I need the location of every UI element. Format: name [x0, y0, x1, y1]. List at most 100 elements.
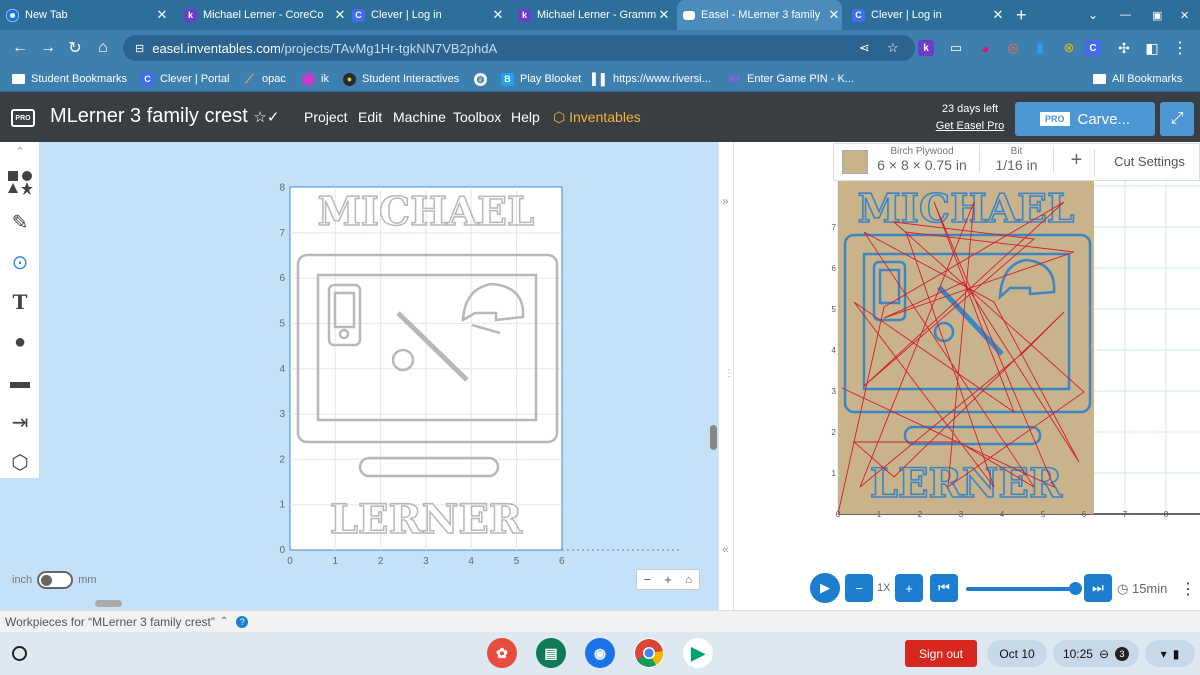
- forward-arrow-icon[interactable]: →: [36, 36, 60, 60]
- menu-project[interactable]: Project: [304, 109, 348, 125]
- bookmark-clever-portal[interactable]: C Clever | Portal: [141, 70, 230, 88]
- extensions-puzzle-icon[interactable]: ✣: [1112, 36, 1136, 60]
- chrome-menu-icon[interactable]: ⋮: [1168, 36, 1192, 60]
- favorite-star-icon[interactable]: ☆: [253, 109, 266, 126]
- close-icon[interactable]: ✕: [990, 7, 1006, 23]
- back-arrow-icon[interactable]: ←: [8, 36, 32, 60]
- date-pill[interactable]: Oct 10: [987, 640, 1047, 667]
- extension-k-icon[interactable]: k: [918, 40, 934, 56]
- bookmark-kahoot[interactable]: K! Enter Game PIN - K...: [728, 70, 854, 88]
- reload-icon[interactable]: ↻: [63, 36, 87, 60]
- close-icon[interactable]: ✕: [826, 7, 842, 23]
- project-title[interactable]: MLerner 3 family crest ☆✓: [50, 105, 279, 128]
- bookmark-student-bookmarks[interactable]: Student Bookmarks: [12, 70, 127, 88]
- skip-end-icon[interactable]: ⏭: [1084, 574, 1112, 602]
- horizontal-scrollbar[interactable]: [95, 600, 122, 607]
- easel-pro-logo[interactable]: PRO: [11, 109, 35, 127]
- zoom-out-button[interactable]: −: [637, 572, 658, 587]
- play-store-icon[interactable]: ▶: [683, 638, 713, 668]
- progress-knob[interactable]: [1069, 582, 1082, 595]
- extension-target-icon[interactable]: ◎: [1001, 36, 1025, 60]
- shapes-icon[interactable]: [6, 168, 34, 196]
- close-icon[interactable]: ✕: [656, 7, 672, 23]
- tab-grammar[interactable]: k Michael Lerner - Gramm ✕: [512, 0, 672, 30]
- menu-help[interactable]: Help: [511, 109, 540, 125]
- drag-handle-icon[interactable]: ⋮: [724, 368, 734, 379]
- speed-down-button[interactable]: −: [845, 574, 873, 602]
- collapse-left-icon[interactable]: «: [722, 542, 729, 556]
- launcher-icon[interactable]: [12, 646, 27, 661]
- material-swatch[interactable]: [842, 150, 868, 174]
- close-icon[interactable]: ✕: [154, 7, 170, 23]
- speed-up-button[interactable]: +: [895, 574, 923, 602]
- target-icon[interactable]: ⊙: [6, 248, 34, 276]
- close-icon[interactable]: ✕: [490, 7, 506, 23]
- design-workpiece[interactable]: MICHAEL LERNER 0 1 2 3 4 5 6 0 1 2 3 4 5 6 7 8: [270, 175, 680, 570]
- address-bar[interactable]: ⊟ easel.inventables.com/projects/TAvMg1H…: [123, 35, 915, 61]
- bookmark-riverside[interactable]: ▍▌ https://www.riversi...: [592, 70, 710, 88]
- tab-clever-login[interactable]: C Clever | Log in ✕: [346, 0, 506, 30]
- system-tray[interactable]: ▾ ▮: [1145, 640, 1195, 667]
- more-options-icon[interactable]: ⋮: [1180, 579, 1196, 599]
- workpieces-bar[interactable]: Workpieces for “MLerner 3 family crest” …: [0, 610, 1200, 632]
- design-top-text[interactable]: MICHAEL: [317, 188, 535, 236]
- import-icon[interactable]: ⇥: [6, 408, 34, 436]
- lego-icon[interactable]: ▬: [6, 368, 34, 396]
- tab-clever-login-2[interactable]: C Clever | Log in ✕: [846, 0, 1006, 30]
- bookmark-globe[interactable]: ◍: [474, 70, 493, 88]
- extension-clever-icon[interactable]: C: [1085, 40, 1101, 56]
- vertical-scrollbar[interactable]: [710, 425, 717, 450]
- extension-screen-icon[interactable]: ▭: [944, 36, 968, 60]
- new-tab-button[interactable]: +: [1016, 0, 1038, 30]
- carve-button[interactable]: PRO Carve...: [1015, 102, 1155, 136]
- bookmark-play-blooket[interactable]: B Play Blooket: [501, 70, 581, 88]
- menu-toolbox[interactable]: Toolbox: [453, 109, 501, 125]
- classroom-app-icon[interactable]: ▤: [536, 638, 566, 668]
- menu-machine[interactable]: Machine: [393, 109, 446, 125]
- site-info-icon[interactable]: ⊟: [135, 42, 144, 55]
- fullscreen-icon[interactable]: ⤢: [1160, 102, 1194, 136]
- unit-switch[interactable]: [37, 571, 74, 589]
- collapse-right-icon[interactable]: »: [722, 194, 729, 208]
- inventables-link[interactable]: ⬡ Inventables: [553, 109, 641, 126]
- home-view-icon[interactable]: ⌂: [678, 574, 699, 586]
- bookmark-ik[interactable]: ik: [302, 70, 329, 88]
- get-easel-pro-link[interactable]: Get Easel Pro: [925, 120, 1015, 132]
- extension-bin-icon[interactable]: ▮: [1028, 36, 1052, 60]
- home-icon[interactable]: ⌂: [91, 36, 115, 60]
- tab-corecoach[interactable]: k Michael Lerner - CoreCo ✕: [178, 0, 348, 30]
- help-icon[interactable]: ?: [236, 615, 249, 628]
- maximize-icon[interactable]: ▣: [1152, 0, 1166, 30]
- close-window-icon[interactable]: ✕: [1180, 0, 1194, 30]
- play-icon[interactable]: ▶: [810, 573, 840, 603]
- paint-app-icon[interactable]: ✿: [487, 638, 517, 668]
- share-icon[interactable]: ⋖: [859, 40, 870, 56]
- camera-app-icon[interactable]: ◉: [585, 638, 615, 668]
- bookmark-all-bookmarks[interactable]: All Bookmarks: [1093, 70, 1182, 88]
- cut-settings-button[interactable]: Cut Settings: [1102, 154, 1197, 169]
- tab-search-icon[interactable]: ⌄: [1088, 0, 1106, 30]
- minimize-icon[interactable]: —: [1120, 0, 1134, 30]
- material-selector[interactable]: Birch Plywood 6 × 8 × 0.75 in: [872, 146, 972, 173]
- progress-slider[interactable]: [966, 582, 1082, 595]
- tab-new-tab[interactable]: New Tab ✕: [0, 0, 170, 30]
- expand-chevron-icon[interactable]: ⌃: [220, 616, 228, 627]
- extension-paint-icon[interactable]: ◕: [973, 36, 997, 60]
- extension-block-icon[interactable]: ⊗: [1057, 36, 1081, 60]
- cube-icon[interactable]: ⬡: [6, 448, 34, 476]
- skip-start-icon[interactable]: ⏮: [930, 574, 958, 602]
- sign-out-button[interactable]: Sign out: [905, 640, 977, 667]
- tab-easel[interactable]: Easel - MLerner 3 family ✕: [677, 0, 842, 30]
- text-icon[interactable]: T: [6, 288, 34, 316]
- pane-divider[interactable]: » ⋮ «: [718, 142, 734, 610]
- bookmark-opac[interactable]: ⟋ opac: [243, 70, 286, 88]
- collapse-toolbar-icon[interactable]: ⌃: [6, 142, 34, 160]
- bit-selector[interactable]: Bit 1/16 in: [979, 146, 1054, 173]
- status-pill[interactable]: 10:25 ⊖ 3: [1053, 640, 1139, 667]
- side-panel-icon[interactable]: ◧: [1140, 36, 1164, 60]
- menu-edit[interactable]: Edit: [358, 109, 382, 125]
- pen-icon[interactable]: ✎: [6, 208, 34, 236]
- apple-icon[interactable]: ●: [6, 328, 34, 356]
- bookmark-student-interactives[interactable]: ● Student Interactives: [343, 70, 459, 88]
- bookmark-star-icon[interactable]: ☆: [887, 40, 899, 56]
